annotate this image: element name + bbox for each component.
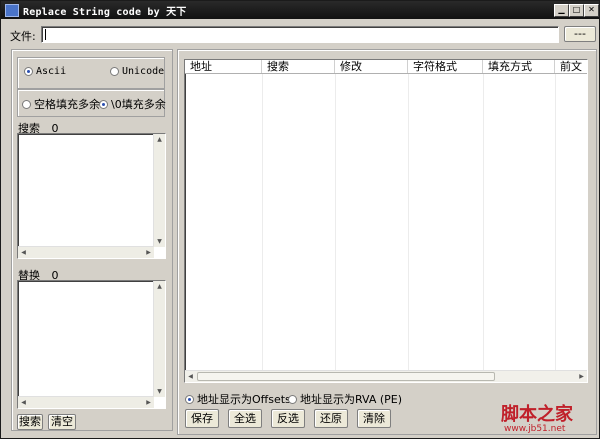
text-cursor [45, 29, 46, 40]
column-header-modify[interactable]: 修改 [335, 60, 408, 73]
window-title: Replace String code by 天下 [23, 7, 187, 18]
replace-vertical-scrollbar[interactable]: ▲ ▼ [153, 281, 165, 397]
clear-button[interactable]: 清空 [48, 414, 76, 430]
scroll-down-icon[interactable]: ▼ [154, 238, 165, 245]
column-header-fill-mode[interactable]: 填充方式 [483, 60, 555, 73]
watermark-brand: 脚本之家 [501, 404, 573, 425]
column-header-search[interactable]: 搜索 [262, 60, 335, 73]
save-button[interactable]: 保存 [185, 409, 219, 428]
column-header-address[interactable]: 地址 [185, 60, 262, 73]
close-icon[interactable]: ✕ [584, 4, 599, 17]
invert-selection-button[interactable]: 反选 [271, 409, 305, 428]
scroll-left-icon[interactable]: ◀ [18, 399, 29, 406]
null-fill-radio[interactable]: \0填充多余 [99, 96, 166, 112]
file-path-input[interactable] [41, 26, 559, 43]
offsets-radio-label: 地址显示为Offsets [197, 393, 291, 406]
scroll-up-icon[interactable]: ▲ [154, 283, 165, 290]
scroll-right-icon[interactable]: ▶ [576, 373, 587, 380]
ascii-radio[interactable]: Ascii [24, 66, 66, 77]
column-header-context[interactable]: 前文 [555, 60, 587, 73]
search-horizontal-scrollbar[interactable]: ◀ ▶ [18, 246, 154, 258]
search-vertical-scrollbar[interactable]: ▲ ▼ [153, 134, 165, 247]
grid-line [555, 74, 556, 370]
minimize-icon[interactable]: ▁ [554, 4, 569, 17]
browse-button[interactable]: --- [564, 26, 596, 42]
scrollbar-thumb[interactable] [197, 372, 495, 381]
grid-line [408, 74, 409, 370]
null-fill-radio-dot [99, 99, 108, 109]
scroll-right-icon[interactable]: ▶ [143, 249, 154, 256]
unicode-radio-label: Unicode [122, 66, 165, 77]
offsets-radio-dot [185, 394, 194, 404]
table-header: 地址 搜索 修改 字符格式 填充方式 前文 [185, 60, 587, 74]
title-bar: Replace String code by 天下 ▁ □ ✕ [1, 1, 599, 19]
rva-radio-label: 地址显示为RVA (PE) [300, 393, 403, 406]
replace-textarea[interactable]: ▲ ▼ ◀ ▶ [17, 280, 166, 409]
offsets-radio[interactable]: 地址显示为Offsets [185, 391, 291, 407]
results-table[interactable]: 地址 搜索 修改 字符格式 填充方式 前文 ◀ ▶ [184, 59, 588, 383]
space-fill-radio-label: 空格填充多余 [34, 98, 100, 111]
grid-line [335, 74, 336, 370]
replace-horizontal-scrollbar[interactable]: ◀ ▶ [18, 396, 154, 408]
grid-line [483, 74, 484, 370]
file-label: 文件: [10, 30, 36, 43]
unicode-radio[interactable]: Unicode [110, 66, 164, 77]
main-window: Replace String code by 天下 ▁ □ ✕ 文件: --- … [0, 0, 600, 439]
ascii-radio-dot [24, 67, 33, 76]
scroll-down-icon[interactable]: ▼ [154, 388, 165, 395]
unicode-radio-dot [110, 67, 119, 76]
clear-results-button[interactable]: 清除 [357, 409, 391, 428]
scroll-left-icon[interactable]: ◀ [18, 249, 29, 256]
space-fill-radio-dot [22, 99, 31, 109]
watermark-url: www.jb51.net [504, 424, 566, 434]
column-header-char-format[interactable]: 字符格式 [408, 60, 483, 73]
search-textarea[interactable]: ▲ ▼ ◀ ▶ [17, 133, 166, 259]
app-icon [5, 4, 19, 17]
ascii-radio-label: Ascii [36, 66, 67, 77]
restore-button[interactable]: 还原 [314, 409, 348, 428]
scroll-up-icon[interactable]: ▲ [154, 136, 165, 143]
scroll-right-icon[interactable]: ▶ [143, 399, 154, 406]
select-all-button[interactable]: 全选 [228, 409, 262, 428]
scroll-left-icon[interactable]: ◀ [185, 373, 196, 380]
rva-radio[interactable]: 地址显示为RVA (PE) [288, 391, 402, 407]
null-fill-radio-label: \0填充多余 [111, 98, 166, 111]
grid-line [262, 74, 263, 370]
maximize-icon[interactable]: □ [569, 4, 584, 17]
table-horizontal-scrollbar[interactable]: ◀ ▶ [185, 370, 587, 382]
search-button[interactable]: 搜索 [17, 414, 43, 430]
rva-radio-dot [288, 394, 297, 404]
space-fill-radio[interactable]: 空格填充多余 [22, 96, 100, 112]
